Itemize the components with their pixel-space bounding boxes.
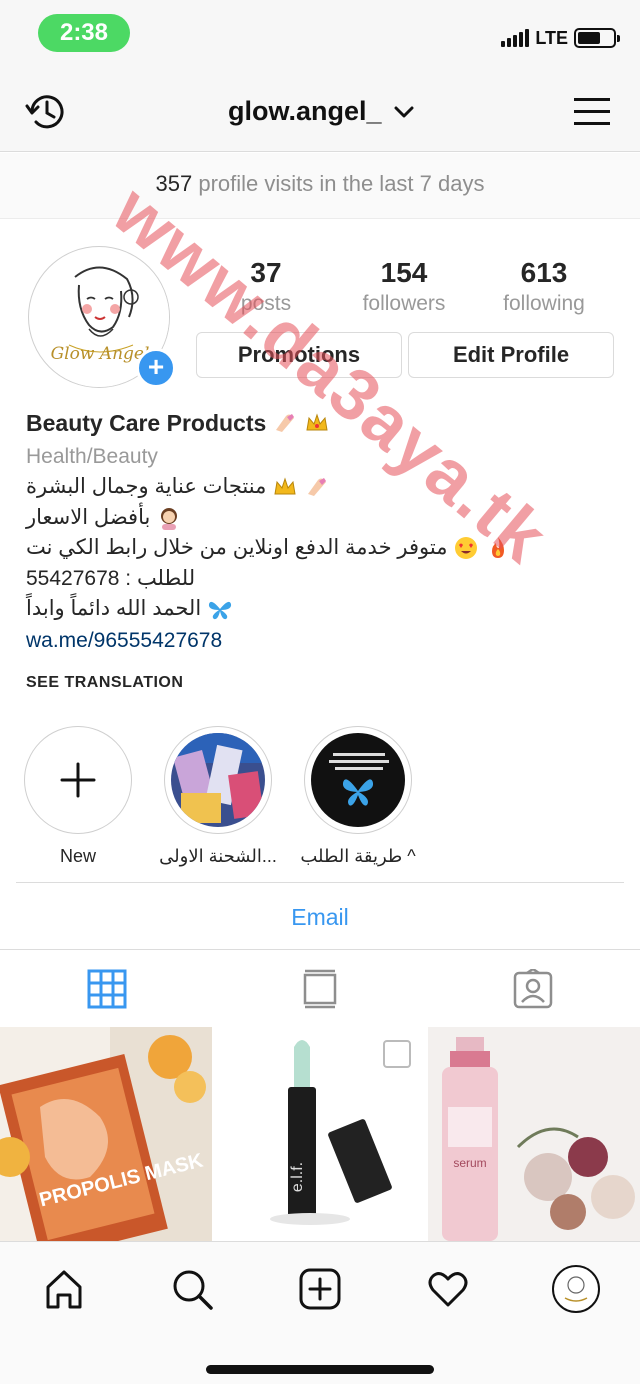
stat-followers[interactable]: 154 followers <box>334 256 474 318</box>
bottom-nav <box>0 1241 640 1384</box>
posts-count: 37 <box>250 257 282 288</box>
bio-line-3-text: متوفر خدمة الدفع اونلاين من خلال رابط ال… <box>26 536 448 559</box>
avatar-logo-text: Glow Angel <box>51 344 150 364</box>
network-label: LTE <box>535 27 568 48</box>
top-nav-bar: glow.angel_ <box>0 72 640 152</box>
promotions-button[interactable]: Promotions <box>196 332 402 378</box>
account-switcher[interactable]: glow.angel_ <box>228 96 414 127</box>
profile-avatar-icon <box>552 1265 600 1313</box>
bio-link[interactable]: wa.me/96555427678 <box>26 625 616 657</box>
stat-following[interactable]: 613 following <box>474 256 614 318</box>
bio-line-1-text: منتجات عناية وجمال البشرة <box>26 475 267 498</box>
bio-line-2: بأفضل الاسعار <box>26 503 616 534</box>
home-indicator[interactable] <box>206 1365 434 1374</box>
post-thumbnail[interactable]: PROPOLIS MASK <box>0 1027 212 1241</box>
nail-polish-icon <box>276 414 295 432</box>
nav-new-post[interactable] <box>290 1264 350 1314</box>
highlight-cover-shipment <box>171 733 265 827</box>
nav-search[interactable] <box>162 1264 222 1314</box>
history-icon[interactable] <box>24 90 68 134</box>
highlight-label: New <box>59 846 96 866</box>
highlight-label: الشحنة الاولى... <box>159 846 277 866</box>
highlight-new-circle <box>24 726 132 834</box>
bio-line-1: منتجات عناية وجمال البشرة <box>26 472 616 503</box>
post-caption: serum <box>453 1156 486 1170</box>
plus-icon <box>60 762 96 798</box>
post-caption: e.l.f. <box>289 1162 306 1192</box>
edit-profile-button[interactable]: Edit Profile <box>408 332 614 378</box>
add-post-icon <box>299 1268 341 1310</box>
tagged-icon <box>513 969 552 1009</box>
crown-icon <box>274 477 296 495</box>
profile-visits-banner[interactable]: 357 profile visits in the last 7 days <box>0 153 640 219</box>
highlight-ring <box>164 726 272 834</box>
highlight-first-shipment[interactable]: الشحنة الاولى... <box>158 726 278 867</box>
woman-icon <box>161 507 178 530</box>
feed-icon <box>303 969 336 1009</box>
bio-category: Health/Beauty <box>26 445 158 468</box>
following-count: 613 <box>520 257 568 288</box>
nav-activity[interactable] <box>418 1264 478 1314</box>
bio-line-5: الحمد الله دائماً وابداً <box>26 594 616 625</box>
status-time[interactable]: 2:38 <box>38 14 130 52</box>
nail-polish-icon <box>308 478 327 497</box>
followers-count: 154 <box>380 257 428 288</box>
visits-text: profile visits in the last 7 days <box>198 171 485 196</box>
post-thumbnail[interactable]: serum <box>428 1027 640 1241</box>
followers-label: followers <box>362 292 446 315</box>
crown-icon <box>306 413 328 431</box>
battery-icon <box>574 28 620 48</box>
email-button[interactable]: Email <box>0 884 640 950</box>
tab-grid[interactable] <box>0 951 213 1027</box>
menu-icon[interactable] <box>574 94 610 130</box>
bio-line-5-text: الحمد الله دائماً وابداً <box>26 597 202 620</box>
tab-tagged[interactable] <box>426 951 639 1027</box>
bio-line-3: متوفر خدمة الدفع اونلاين من خلال رابط ال… <box>26 533 616 564</box>
nav-profile[interactable] <box>546 1264 606 1314</box>
home-icon <box>46 1270 82 1309</box>
butterfly-icon <box>209 602 232 620</box>
profile-name: Beauty Care Products <box>26 410 267 436</box>
tab-feed[interactable] <box>213 951 426 1027</box>
stat-posts[interactable]: 37 posts <box>196 256 336 318</box>
nav-home[interactable] <box>34 1264 94 1314</box>
post-grid: PROPOLIS MASK e.l.f. serum <box>0 1027 640 1241</box>
highlight-ring <box>304 726 412 834</box>
add-story-button[interactable]: + <box>136 348 176 388</box>
post-thumbnail[interactable]: e.l.f. <box>214 1027 426 1241</box>
bio-line-4: للطلب : 55427678 <box>26 566 196 590</box>
bio-line-2-text: بأفضل الاسعار <box>26 505 151 529</box>
posts-label: posts <box>240 292 292 315</box>
chevron-down-icon <box>394 106 414 117</box>
username-title: glow.angel_ <box>228 96 382 126</box>
bio-name-row: Beauty Care Products <box>26 404 616 442</box>
status-bar: 2:38 LTE <box>0 0 640 72</box>
highlight-how-to-order[interactable]: طريقة الطلب ^ <box>298 726 418 867</box>
see-translation-link[interactable]: SEE TRANSLATION <box>26 674 183 692</box>
visits-count: 357 <box>155 171 193 196</box>
highlight-cover-order <box>311 733 405 827</box>
signal-icon <box>501 29 530 47</box>
heart-eyes-icon <box>455 537 478 560</box>
divider <box>16 882 624 883</box>
status-indicators: LTE <box>501 26 620 50</box>
heart-icon <box>428 1272 468 1307</box>
profile-tabs <box>0 951 640 1027</box>
grid-icon <box>87 969 126 1009</box>
following-label: following <box>503 292 585 315</box>
bio-section: Beauty Care Products Health/Beauty منتجا… <box>26 404 616 657</box>
highlight-new[interactable]: New <box>18 726 138 867</box>
fire-icon <box>492 537 505 559</box>
highlight-label: طريقة الطلب ^ <box>300 846 416 866</box>
search-icon <box>173 1270 213 1310</box>
